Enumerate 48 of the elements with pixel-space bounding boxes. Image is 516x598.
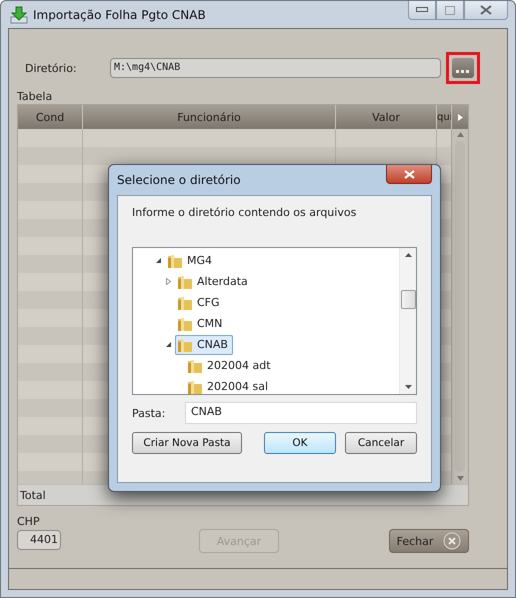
close-icon	[443, 532, 462, 550]
browse-button[interactable]	[452, 58, 474, 78]
folder-name-field[interactable]: CNAB	[185, 402, 417, 424]
minimize-icon	[416, 7, 428, 13]
expanded-arrow-icon[interactable]	[165, 341, 172, 348]
folder-icon	[177, 336, 193, 352]
dialog-prompt: Informe o diretório contendo os arquivos	[132, 206, 358, 219]
folder-icon	[187, 378, 203, 394]
folder-icon	[177, 294, 193, 310]
collapsed-arrow-icon[interactable]	[165, 278, 172, 285]
folder-item[interactable]: MG4	[165, 250, 218, 270]
close-button[interactable]	[464, 1, 508, 20]
folder-item[interactable]: 202004 adt	[185, 356, 276, 376]
minimize-button[interactable]	[408, 1, 436, 20]
maximize-icon	[445, 6, 455, 14]
folder-item[interactable]: Alterdata	[175, 272, 253, 292]
scroll-down-icon[interactable]	[404, 385, 412, 389]
folder-item[interactable]: CNAB	[175, 334, 233, 354]
folder-icon	[187, 358, 203, 374]
scroll-thumb[interactable]	[400, 290, 416, 309]
close-icon	[404, 170, 414, 178]
folder-icon	[177, 316, 193, 332]
window-title: Importação Folha Pgto CNAB	[33, 8, 206, 22]
chp-label: CHP	[17, 515, 41, 528]
folder-item[interactable]: 202004 sal	[185, 376, 274, 394]
folder-icon	[177, 274, 193, 290]
folder-item[interactable]: CFG	[175, 292, 225, 312]
directory-label: Diretório:	[25, 62, 78, 74]
close-button[interactable]: Fechar	[389, 529, 469, 553]
directory-field[interactable]: M:\mg4\CNAB	[110, 58, 441, 78]
close-button[interactable]	[386, 165, 432, 184]
scroll-up-icon[interactable]	[404, 253, 412, 257]
folder-icon	[167, 252, 183, 268]
folder-item[interactable]: CMN	[175, 314, 228, 334]
total-label: Total	[20, 488, 46, 502]
scroll-right-icon[interactable]	[458, 114, 462, 120]
expanded-arrow-icon[interactable]	[155, 257, 162, 264]
dialog-button[interactable]: OK	[264, 432, 336, 454]
folder-label: Pasta:	[132, 406, 166, 420]
tree-scrollbar[interactable]	[399, 248, 416, 394]
dialog-button[interactable]: Cancelar	[345, 432, 417, 454]
ellipsis-icon	[456, 70, 470, 74]
chp-field[interactable]: 4401	[17, 530, 61, 550]
download-arrow-icon	[10, 6, 28, 24]
close-icon	[480, 5, 492, 15]
dialog-title: Selecione o diretório	[117, 173, 241, 187]
dialog-button[interactable]: Criar Nova Pasta	[132, 432, 242, 454]
table-label: Tabela	[17, 90, 54, 103]
